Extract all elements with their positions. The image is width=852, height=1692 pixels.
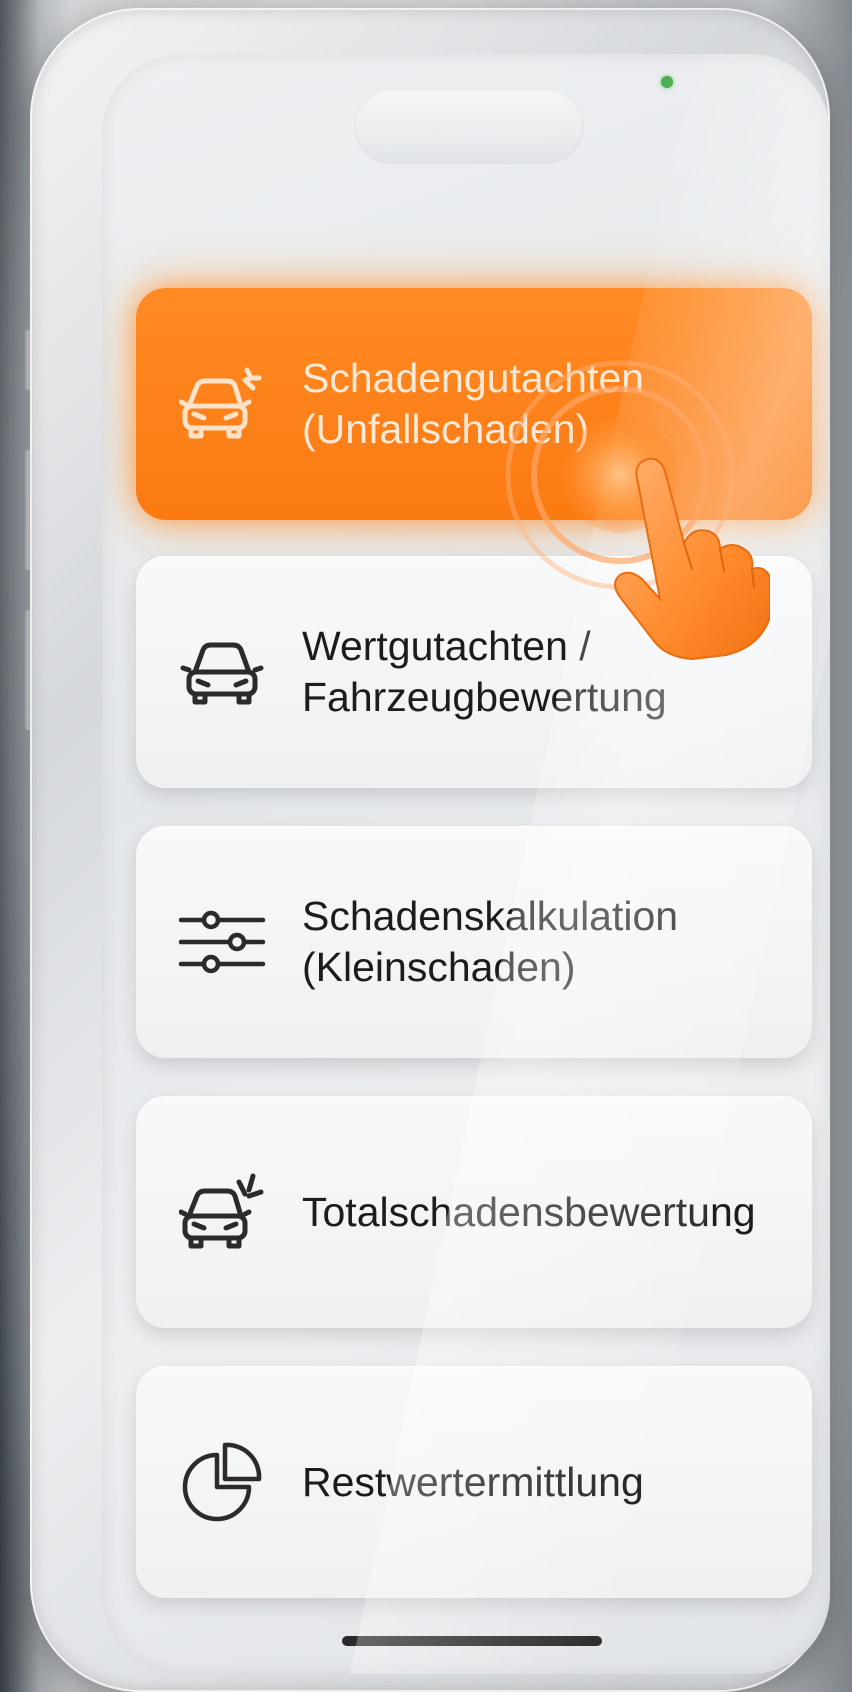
- menu-item-label: Totalschadensbewertung: [302, 1188, 756, 1235]
- car-damage-icon: [176, 358, 268, 450]
- pie-chart-icon: [176, 1436, 268, 1528]
- phone-frame: Schadengutachten (Unfallschaden) Wertgut…: [30, 8, 830, 1692]
- menu-item-label: Schadengutachten (Unfallschaden): [302, 355, 644, 452]
- sliders-icon: [176, 896, 268, 988]
- car-icon: [176, 626, 268, 718]
- menu-item-wertgutachten[interactable]: Wertgutachten / Fahrzeugbewertung: [136, 556, 812, 788]
- menu-item-label: Schadenskalkulation (Kleinschaden): [302, 893, 679, 990]
- dynamic-island: [354, 88, 584, 164]
- menu-item-schadenskalkulation[interactable]: Schadenskalkulation (Kleinschaden): [136, 826, 812, 1058]
- home-indicator[interactable]: [342, 1636, 602, 1646]
- menu-item-totalschadensbewertung[interactable]: Totalschadensbewertung: [136, 1096, 812, 1328]
- menu-item-schadengutachten[interactable]: Schadengutachten (Unfallschaden): [136, 288, 812, 520]
- camera-indicator-dot: [661, 76, 673, 88]
- menu-item-restwertermittlung[interactable]: Restwertermittlung: [136, 1366, 812, 1598]
- car-crash-icon: [176, 1166, 268, 1258]
- menu-item-label: Wertgutachten / Fahrzeugbewertung: [302, 623, 667, 720]
- menu-item-label: Restwertermittlung: [302, 1458, 644, 1505]
- phone-screen: Schadengutachten (Unfallschaden) Wertgut…: [102, 54, 830, 1674]
